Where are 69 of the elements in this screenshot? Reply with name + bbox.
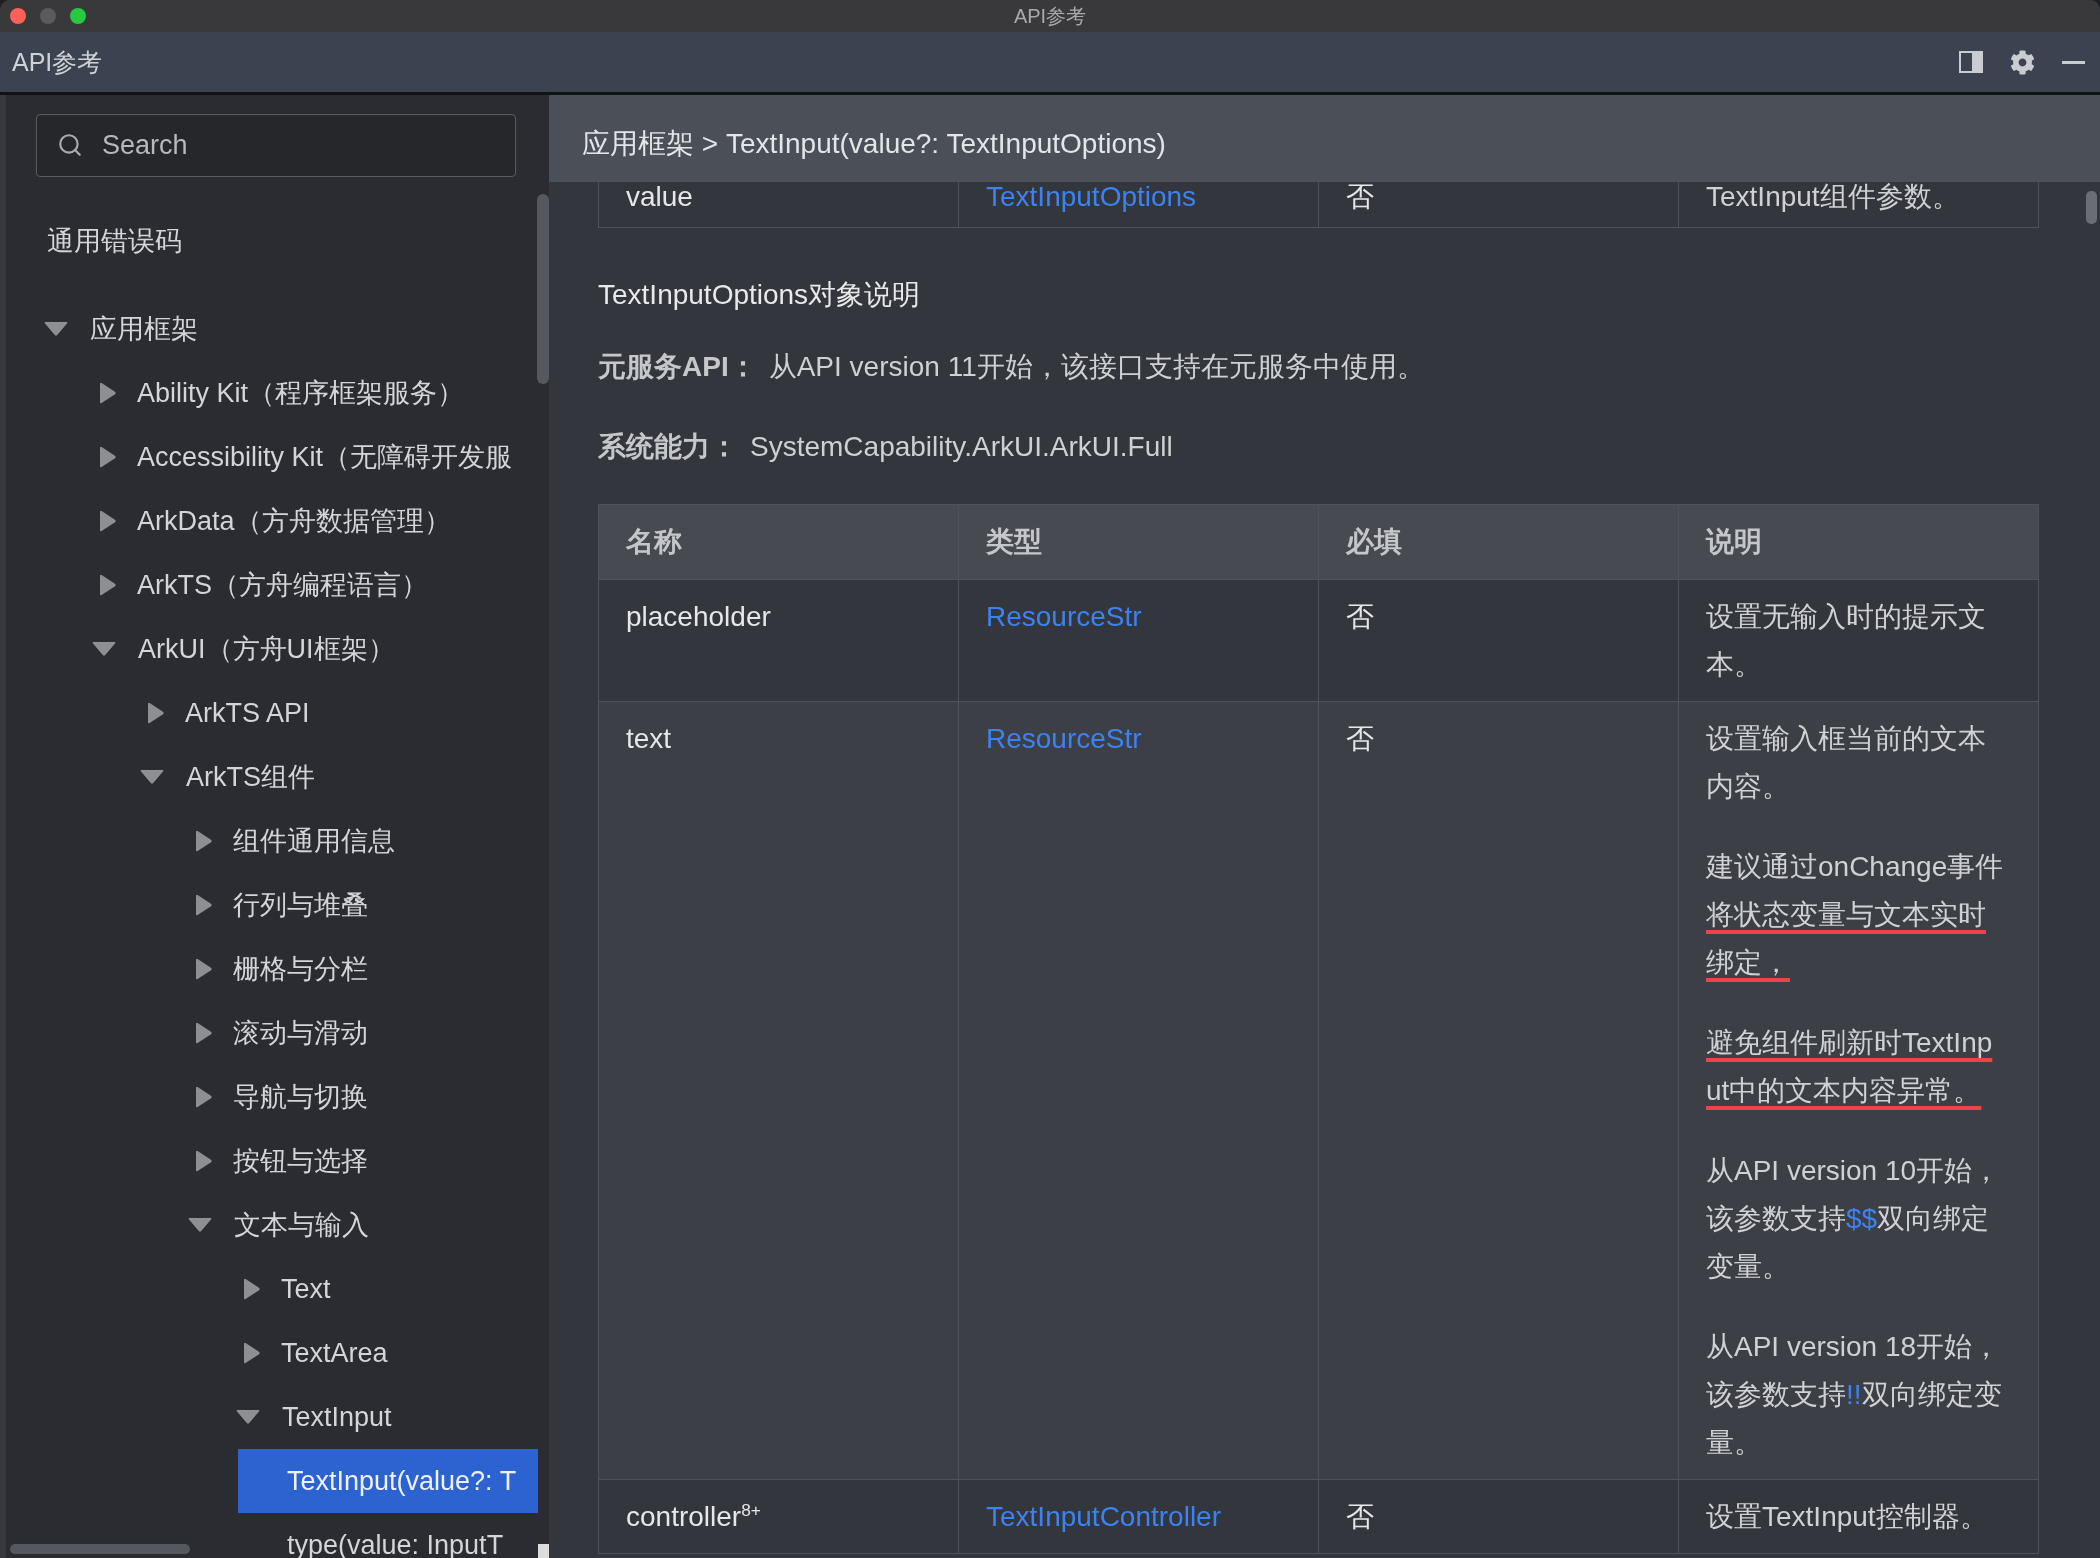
caret-down-icon[interactable] — [44, 322, 68, 336]
caret-right-icon[interactable] — [196, 1022, 212, 1044]
caret-right-icon[interactable] — [196, 894, 212, 916]
side-panel-icon[interactable] — [1959, 51, 1983, 73]
tree-item[interactable]: 栅格与分栏 — [189, 937, 368, 1001]
caret-right-icon[interactable] — [196, 1150, 212, 1172]
search-field[interactable]: Search — [36, 114, 516, 177]
description-text: 设置输入框当前的文本内容。 — [1706, 722, 1987, 804]
tree-item[interactable]: 应用框架 — [45, 297, 198, 361]
caret-right-icon[interactable] — [100, 574, 116, 596]
table-cell: value — [599, 182, 959, 228]
tree-item[interactable]: 按钮与选择 — [189, 1129, 368, 1193]
tree-item[interactable]: ArkTS API — [141, 681, 310, 745]
caret-right-icon[interactable] — [100, 382, 116, 404]
minimize-icon[interactable] — [2062, 60, 2085, 64]
caret-right-icon[interactable] — [244, 1342, 260, 1364]
search-icon — [57, 132, 83, 158]
tree-item[interactable]: 导航与切换 — [189, 1065, 368, 1129]
fact-label: 系统能力： — [598, 430, 738, 464]
description-text: TextInput组件参数。 — [1706, 182, 1961, 212]
maximize-icon[interactable] — [70, 8, 86, 24]
tree-item[interactable]: ArkTS（方舟编程语言） — [93, 553, 428, 617]
tree-item[interactable]: 滚动与滑动 — [189, 1001, 368, 1065]
description-text: 从API version 10开始，该参数支持$$双向绑定变量。 — [1706, 1154, 2002, 1284]
caret-right-icon[interactable] — [196, 1086, 212, 1108]
caret-down-icon[interactable] — [236, 1410, 260, 1424]
tree-item[interactable]: 文本与输入 — [189, 1193, 369, 1257]
caret-right-icon[interactable] — [196, 830, 212, 852]
description-text: 从API version 18开始，该参数支持!!双向绑定变量。 — [1706, 1330, 2003, 1460]
caret-right-icon[interactable] — [100, 510, 116, 532]
tree-item[interactable]: TextInput — [237, 1385, 392, 1449]
scrollbar-corner — [538, 1544, 549, 1558]
tree-item[interactable]: ArkTS组件 — [141, 745, 315, 809]
description-text: 建议通过onChange事件 将状态变量与文本实时绑定， — [1706, 850, 2005, 980]
tree-item[interactable]: Accessibility Kit（无障碍开发服 — [93, 425, 513, 489]
caret-right-icon[interactable] — [196, 958, 212, 980]
description-text: 设置无输入时的提示文本。 — [1706, 600, 1987, 682]
table-cell: 否 — [1319, 182, 1679, 228]
tree-item[interactable]: 行列与堆叠 — [189, 873, 368, 937]
caret-right-icon[interactable] — [244, 1278, 260, 1300]
section-heading: TextInputOptions对象说明 — [598, 278, 921, 312]
tree-item[interactable]: TextArea — [237, 1321, 388, 1385]
scrollbar-thumb[interactable] — [537, 194, 549, 384]
caret-down-icon[interactable] — [92, 642, 116, 656]
table-cell: controller$^{8+}$ — [599, 1480, 959, 1554]
description-text: 避免组件刷新时TextInput中的文本内容异常。 — [1706, 1026, 1994, 1108]
tree-item[interactable]: ArkUI（方舟UI框架） — [93, 617, 395, 681]
caret-down-icon[interactable] — [188, 1218, 212, 1232]
fact-value: SystemCapability.ArkUI.ArkUI.Full — [750, 430, 1173, 464]
tree-item[interactable]: ArkData（方舟数据管理） — [93, 489, 451, 553]
scrollbar-thumb[interactable] — [10, 1544, 190, 1554]
close-icon[interactable] — [10, 8, 26, 24]
description-text: 设置TextInput控制器。 — [1706, 1500, 1989, 1534]
tree-item[interactable]: Text — [237, 1257, 331, 1321]
fact-label: 元服务API： — [598, 350, 757, 384]
settings-icon[interactable] — [2010, 49, 2035, 75]
caret-right-icon[interactable] — [148, 702, 164, 724]
tree-item[interactable]: Ability Kit（程序框架服务） — [93, 361, 465, 425]
breadcrumb-text[interactable]: 应用框架 > TextInput(value?: TextInputOptions) — [582, 124, 1166, 163]
caret-down-icon[interactable] — [140, 770, 164, 784]
tree-item[interactable]: 组件通用信息 — [189, 809, 395, 873]
caret-right-icon[interactable] — [100, 446, 116, 468]
fact-value: 从API version 11开始，该接口支持在元服务中使用。 — [768, 350, 1425, 384]
window-title: API参考 — [1013, 3, 1087, 29]
app-title: API参考 — [12, 46, 103, 78]
tree-item[interactable]: TextInput(value?: T — [238, 1449, 538, 1513]
scrollbar-thumb[interactable] — [2086, 191, 2097, 224]
tree-item[interactable]: 通用错误码 — [47, 209, 182, 273]
table-cell: 否 — [1319, 1480, 1679, 1554]
